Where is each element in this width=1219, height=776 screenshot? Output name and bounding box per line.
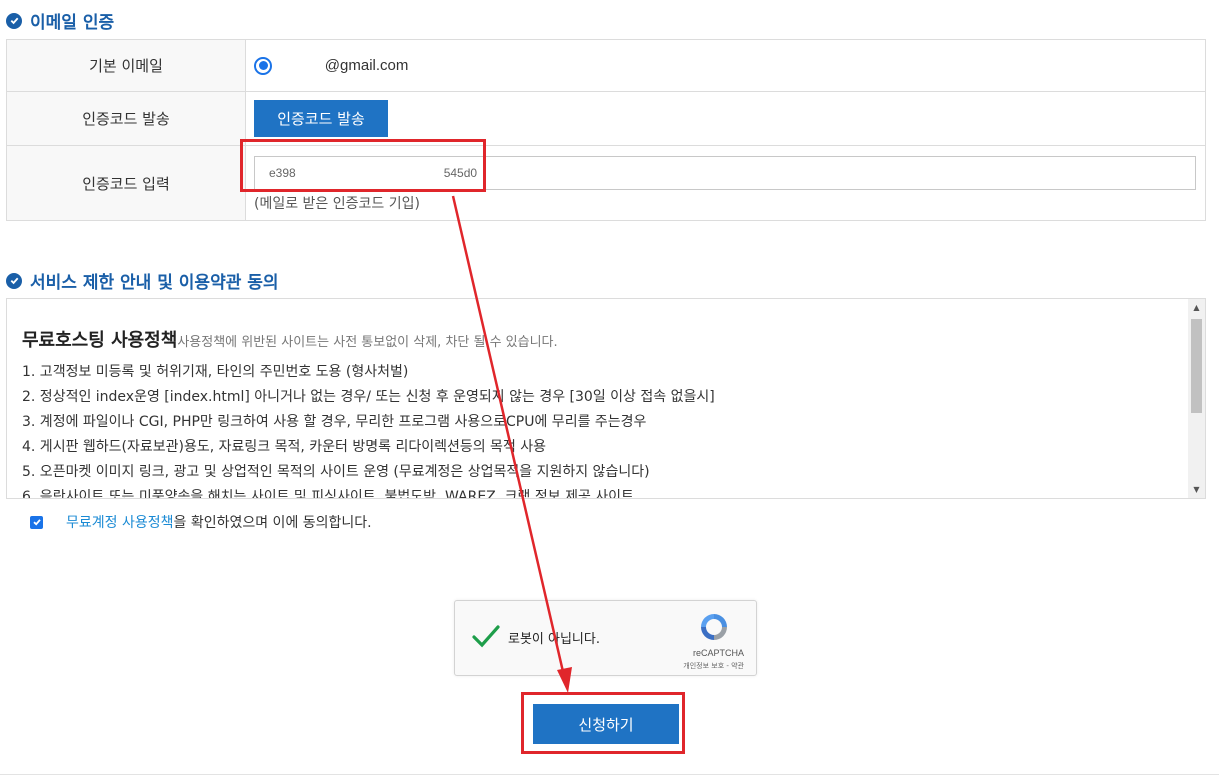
recaptcha-logo-icon: [701, 614, 727, 640]
policy-item: 4. 게시판 웹하드(자료보관)용도, 자료링크 목적, 카운터 방명록 리다이…: [22, 439, 547, 455]
primary-email-value: @gmail.com: [324, 57, 409, 75]
recaptcha-checkmark-icon[interactable]: [471, 621, 501, 651]
policy-item: 3. 계정에 파일이나 CGI, PHP만 링크하여 사용 할 경우, 무리한 …: [22, 414, 647, 430]
code-input-label: 인증코드 입력: [6, 145, 246, 221]
send-code-label: 인증코드 발송: [6, 91, 246, 146]
code-input-value-start: e398: [269, 166, 296, 180]
email-verification-table: 기본 이메일 @gmail.com 인증코드 발송 인증코드 발송 인증코드 입…: [6, 39, 1206, 221]
recaptcha-brand: reCAPTCHA: [692, 648, 744, 658]
policy-scrollbar[interactable]: ▲ ▼: [1188, 299, 1205, 498]
code-input-value-end: 545d0: [443, 166, 478, 180]
terms-section-title-text: 서비스 제한 안내 및 이용약관 동의: [30, 273, 279, 293]
bottom-divider: [0, 774, 1219, 775]
primary-email-radio[interactable]: [254, 56, 272, 75]
policy-scroll-box[interactable]: 무료호스팅 사용정책 사용정책에 위반된 사이트는 사전 통보없이 삭제, 차단…: [6, 298, 1206, 499]
policy-subtitle: 사용정책에 위반된 사이트는 사전 통보없이 삭제, 차단 될 수 있습니다.: [177, 335, 558, 350]
recaptcha-widget: 로봇이 아닙니다. reCAPTCHA 개인정보 보호 - 약관: [454, 600, 757, 676]
agree-checkbox[interactable]: [30, 515, 43, 529]
verification-code-input[interactable]: e398 545d0: [254, 156, 1196, 190]
policy-list: 1. 고객정보 미등록 및 허위기재, 타인의 주민번호 도용 (형사처벌) 2…: [22, 360, 1175, 499]
apply-button[interactable]: 신청하기: [533, 704, 679, 744]
policy-content: 무료호스팅 사용정책 사용정책에 위반된 사이트는 사전 통보없이 삭제, 차단…: [22, 326, 1175, 499]
recaptcha-terms-link[interactable]: 개인정보 보호 - 약관: [683, 661, 744, 671]
recaptcha-label: 로봇이 아닙니다.: [508, 632, 600, 647]
scroll-thumb[interactable]: [1191, 319, 1202, 413]
scroll-down-arrow-icon[interactable]: ▼: [1188, 481, 1205, 498]
send-code-button[interactable]: 인증코드 발송: [254, 100, 388, 137]
email-section-title-text: 이메일 인증: [30, 13, 115, 33]
policy-item: 5. 오픈마켓 이미지 링크, 광고 및 상업적인 목적의 사이트 운영 (무료…: [22, 464, 650, 480]
policy-title: 무료호스팅 사용정책: [22, 330, 178, 351]
policy-item: 6. 음란사이트 또는 미풍양속을 해치는 사이트 및 피싱사이트, 불법도박,…: [22, 489, 634, 499]
policy-item: 2. 정상적인 index운영 [index.html] 아니거나 없는 경우/…: [22, 389, 715, 405]
agree-text: 을 확인하였으며 이에 동의합니다.: [173, 515, 372, 531]
primary-email-label: 기본 이메일: [6, 39, 246, 92]
email-section-title: 이메일 인증: [6, 8, 114, 33]
check-circle-icon: [6, 272, 22, 289]
check-circle-icon: [6, 12, 22, 29]
policy-item: 1. 고객정보 미등록 및 허위기재, 타인의 주민번호 도용 (형사처벌): [22, 364, 409, 380]
agree-row: 무료계정 사용정책 을 확인하였으며 이에 동의합니다.: [30, 512, 372, 532]
code-input-hint: (메일로 받은 인증코드 기입): [254, 196, 420, 212]
agree-policy-link[interactable]: 무료계정 사용정책: [66, 512, 174, 532]
scroll-up-arrow-icon[interactable]: ▲: [1188, 299, 1205, 316]
terms-section-title: 서비스 제한 안내 및 이용약관 동의: [6, 268, 279, 293]
